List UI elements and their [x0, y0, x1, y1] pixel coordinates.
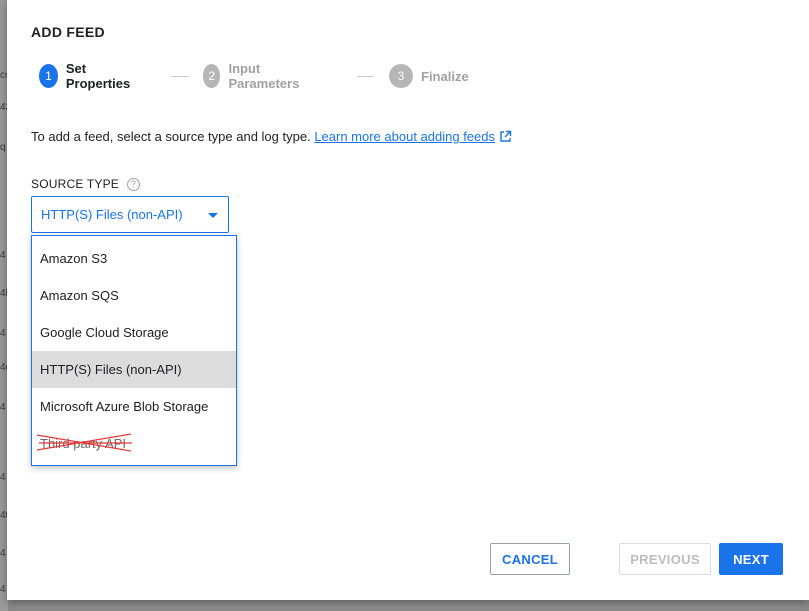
learn-more-link[interactable]: Learn more about adding feeds — [314, 129, 495, 144]
background-text: 4 — [0, 402, 6, 413]
source-type-label-text: SOURCE TYPE — [31, 177, 119, 191]
cancel-button[interactable]: CANCEL — [490, 543, 570, 575]
next-button[interactable]: NEXT — [719, 543, 783, 575]
dialog-title: ADD FEED — [31, 24, 105, 40]
step-input-parameters: 2 Input Parameters — [203, 61, 306, 91]
question-circle-icon[interactable]: ? — [127, 177, 140, 191]
menu-item-label: Amazon SQS — [40, 288, 119, 303]
step-number: 1 — [39, 64, 58, 88]
background-text: 4 — [0, 548, 6, 559]
source-type-menu: Amazon S3 Amazon SQS Google Cloud Storag… — [31, 235, 237, 466]
menu-item-amazon-sqs[interactable]: Amazon SQS — [32, 277, 236, 314]
previous-button[interactable]: PREVIOUS — [619, 543, 711, 575]
step-label: Set Properties — [65, 61, 131, 91]
learn-more-label: Learn more about adding feeds — [314, 129, 495, 144]
step-label: Input Parameters — [228, 61, 300, 91]
step-connector — [172, 76, 188, 77]
menu-item-google-cloud-storage[interactable]: Google Cloud Storage — [32, 314, 236, 351]
menu-item-third-party-api[interactable]: Third party API — [32, 425, 236, 462]
menu-item-amazon-s3[interactable]: Amazon S3 — [32, 240, 236, 277]
menu-item-label: Amazon S3 — [40, 251, 108, 266]
step-number: 2 — [203, 64, 221, 88]
source-type-label: SOURCE TYPE ? — [31, 177, 140, 191]
step-number: 3 — [389, 64, 413, 88]
step-finalize: 3 Finalize — [389, 64, 469, 88]
menu-item-label: Microsoft Azure Blob Storage — [40, 399, 209, 414]
source-type-value: HTTP(S) Files (non-API) — [41, 207, 183, 222]
background-text: 4 — [0, 584, 6, 595]
background-text: 4 — [0, 250, 6, 261]
menu-item-label: HTTP(S) Files (non-API) — [40, 362, 182, 377]
step-connector — [357, 76, 373, 77]
background-text: q — [0, 142, 6, 153]
menu-item-azure-blob-storage[interactable]: Microsoft Azure Blob Storage — [32, 388, 236, 425]
step-set-properties: 1 Set Properties — [39, 61, 135, 91]
background-text: 4 — [0, 472, 6, 483]
menu-item-label: Third party API — [36, 433, 132, 452]
step-label: Finalize — [421, 68, 469, 84]
add-feed-dialog: ADD FEED 1 Set Properties 2 Input Parame… — [7, 0, 809, 600]
description: To add a feed, select a source type and … — [31, 129, 311, 144]
external-link-icon[interactable] — [499, 130, 512, 143]
background-text: 4 — [0, 328, 6, 339]
menu-item-https-files[interactable]: HTTP(S) Files (non-API) — [32, 351, 236, 388]
caret-down-icon — [208, 213, 218, 218]
description-text: To add a feed, select a source type and … — [31, 129, 512, 144]
source-type-select[interactable]: HTTP(S) Files (non-API) — [31, 196, 229, 233]
strikethrough-mark — [36, 433, 132, 452]
menu-item-label: Google Cloud Storage — [40, 325, 169, 340]
